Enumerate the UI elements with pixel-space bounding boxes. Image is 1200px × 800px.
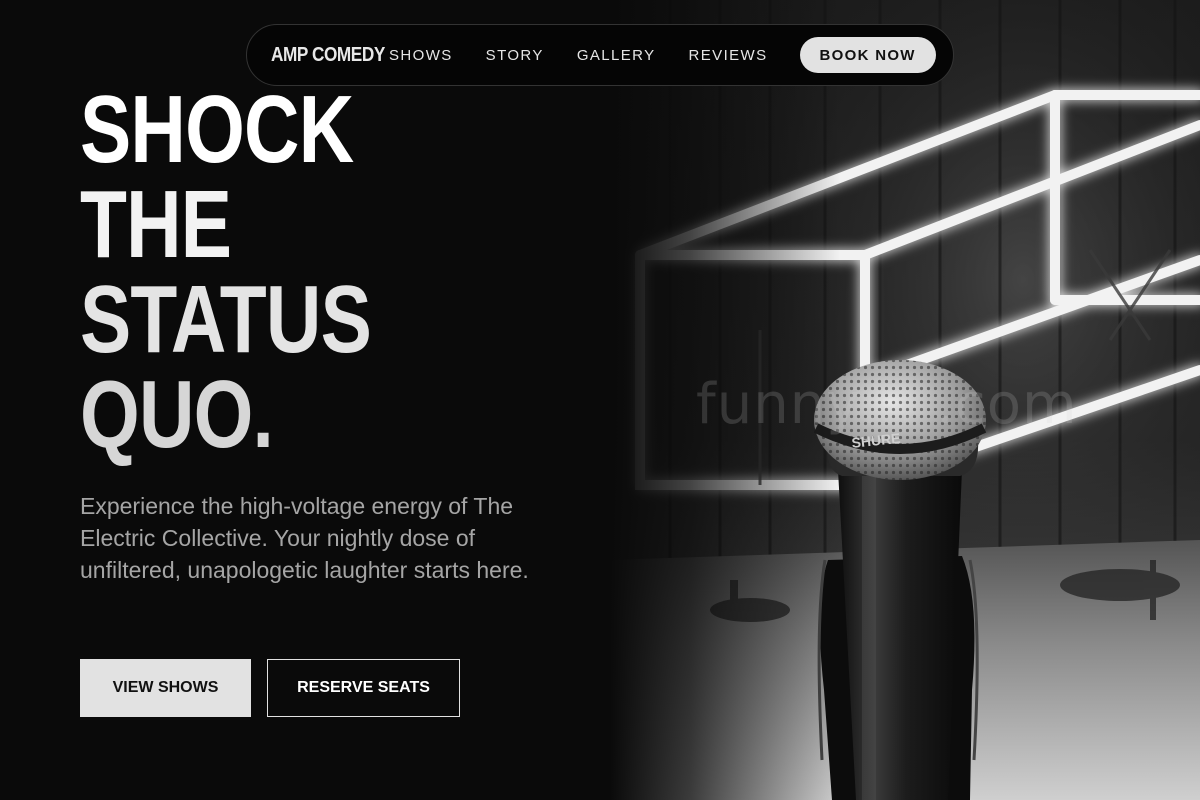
nav-link-reviews[interactable]: REVIEWS (689, 47, 768, 64)
nav-links: SHOWS STORY GALLERY REVIEWS (389, 47, 768, 64)
nav-link-gallery[interactable]: GALLERY (577, 47, 656, 64)
headline-line-2: THE (80, 171, 232, 278)
microphone: SHURE (813, 360, 987, 800)
brand-logo[interactable]: AMP COMEDY (271, 44, 385, 67)
nav-link-story[interactable]: STORY (486, 47, 544, 64)
nav-link-shows[interactable]: SHOWS (389, 47, 453, 64)
book-now-button[interactable]: BOOK NOW (799, 37, 936, 73)
headline-line-4: QUO. (80, 361, 274, 468)
hero-tagline: Experience the high-voltage energy of Th… (80, 493, 529, 583)
view-shows-button[interactable]: VIEW SHOWS (80, 659, 251, 717)
hero-headline: SHOCK THE STATUS QUO. (80, 76, 372, 468)
reserve-seats-button[interactable]: RESERVE SEATS (267, 659, 460, 717)
hero-image: SHURE funny… .com (610, 0, 1200, 800)
microphone-stage-illustration: SHURE (610, 0, 1200, 800)
headline-line-1: SHOCK (80, 76, 354, 183)
landing-page: SHURE funny… .com AMP COMEDY SHOWS STORY… (0, 0, 1200, 800)
headline-line-3: STATUS (80, 266, 372, 373)
